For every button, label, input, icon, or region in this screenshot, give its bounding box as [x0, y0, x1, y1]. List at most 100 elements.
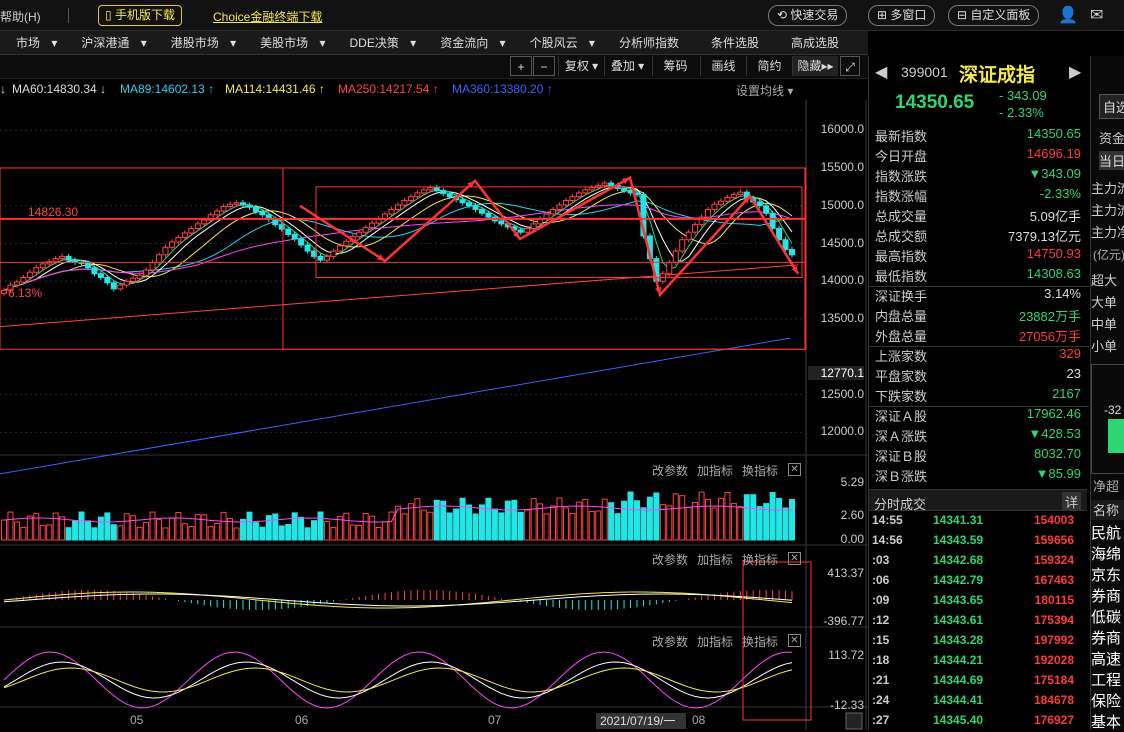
candle [679, 239, 686, 252]
switch-indicator-button[interactable]: 换指标 [742, 551, 778, 568]
volume-bar [156, 519, 163, 541]
mail-icon[interactable]: ✉ [1090, 5, 1103, 25]
tick-volume: 175394 [1033, 613, 1074, 627]
menu-item-8[interactable]: 条件选股 [695, 31, 775, 54]
menu-item-7[interactable]: 分析师指数 [603, 31, 695, 54]
quick-trade-button[interactable]: ⟲ 快速交易 [768, 5, 848, 26]
volume-bar [511, 499, 518, 541]
switch-indicator-button[interactable]: 换指标 [742, 633, 778, 650]
volume-bar [130, 515, 137, 541]
tick-price: 14343.61 [933, 613, 984, 627]
change-params-button[interactable]: 改参数 [652, 551, 688, 568]
price-tick-label: 14000.0 [820, 273, 864, 288]
detail-button[interactable]: 详 [1062, 492, 1082, 511]
volume-bar [724, 491, 731, 541]
mobile-download-button[interactable]: ▯ 手机版下载 [98, 5, 182, 26]
volume-bar [317, 511, 324, 541]
sector-item[interactable]: 工程 [1091, 669, 1121, 690]
volume-bar [362, 512, 369, 541]
volume-bar [181, 523, 188, 541]
zoom-out-button[interactable]: − [533, 56, 555, 76]
candle [227, 203, 234, 207]
unit-label: (亿元) [1093, 248, 1124, 262]
volume-bar [595, 510, 602, 541]
today-tab[interactable]: 当日 [1099, 151, 1124, 170]
add-indicator-button[interactable]: 加指标 [697, 462, 733, 479]
candle [143, 269, 150, 276]
change-params-button[interactable]: 改参数 [652, 633, 688, 650]
zoom-in-button[interactable]: + [510, 56, 532, 76]
candle [575, 192, 582, 198]
brief-button[interactable]: 简约 [746, 56, 792, 76]
kline-chart[interactable]: 14826.30 6.13% 05 06 07 08 2021/07/19/一 [0, 100, 868, 730]
close-indicator-icon[interactable]: ✕ [788, 552, 801, 565]
menu-item-0[interactable]: 市场 ▾ [0, 31, 65, 54]
tick-volume: 175184 [1033, 673, 1074, 687]
fullscreen-icon[interactable]: ⤢ [840, 56, 860, 76]
help-menu[interactable]: 帮助(H) [0, 8, 41, 25]
sector-item[interactable]: 低碳 [1091, 606, 1121, 627]
indicator-axis-label: 5.29 [840, 475, 864, 489]
sector-item[interactable]: 基本 [1091, 711, 1121, 730]
change-params-button[interactable]: 改参数 [652, 462, 688, 479]
volume-bar [291, 512, 298, 541]
switch-indicator-button[interactable]: 换指标 [742, 462, 778, 479]
sector-item[interactable]: 券商 [1091, 627, 1121, 648]
menu-item-1[interactable]: 沪深港通 ▾ [65, 31, 154, 54]
candle [420, 189, 427, 194]
current-price: 14350.65 [895, 92, 975, 113]
stat-value: 17962.46 [1026, 406, 1081, 421]
tick-row: :18 14344.21 192028 [870, 653, 1078, 672]
add-indicator-button[interactable]: 加指标 [697, 633, 733, 650]
menu-item-4[interactable]: DDE决策 ▾ [334, 31, 425, 54]
volume-bar [491, 508, 498, 541]
candle [117, 284, 124, 290]
candle [530, 223, 537, 229]
menu-item-5[interactable]: 资金流向 ▾ [424, 31, 513, 54]
drawline-button[interactable]: 画线 [700, 56, 746, 76]
ma60-label: MA60:14830.34 ↓ [12, 82, 107, 96]
multi-window-button[interactable]: ⊞ 多窗口 [868, 5, 936, 26]
sector-item[interactable]: 高速 [1091, 648, 1121, 669]
hide-button[interactable]: 隐藏▸▸ [792, 56, 838, 76]
add-watchlist-button[interactable]: 自选 [1099, 94, 1124, 119]
volume-bar [504, 500, 511, 541]
sector-item[interactable]: 券商 [1091, 585, 1121, 606]
tick-row: 14:55 14341.31 154003 [870, 513, 1078, 532]
next-stock-icon[interactable]: ▶ [1069, 62, 1081, 82]
custom-panel-button[interactable]: ⊟ 自定义面板 [948, 5, 1040, 26]
funds-tab[interactable]: 资金 [1099, 128, 1124, 147]
stat-label: 今日开盘 [875, 149, 928, 164]
sector-item[interactable]: 海绵 [1091, 543, 1121, 564]
volume-bar [672, 493, 679, 541]
stat-value: 8032.70 [1034, 446, 1081, 461]
user-icon[interactable]: 👤 [1058, 5, 1078, 25]
menu-item-3[interactable]: 美股市场 ▾ [244, 31, 333, 54]
restore-dropdown[interactable]: 复权 ▾ [558, 56, 604, 76]
close-indicator-icon[interactable]: ✕ [788, 634, 801, 647]
sector-item[interactable]: 民航 [1091, 522, 1121, 543]
overlay-dropdown[interactable]: 叠加 ▾ [604, 56, 650, 76]
kdj-j-line [3, 651, 793, 709]
candle [298, 238, 305, 246]
close-indicator-icon[interactable]: ✕ [788, 463, 801, 476]
candle [110, 282, 117, 290]
tick-row: :21 14344.69 175184 [870, 673, 1078, 692]
price-tick-label: 13500.0 [820, 311, 864, 326]
menu-item-9[interactable]: 高成选股 [775, 31, 855, 54]
sector-item[interactable]: 京东 [1091, 564, 1121, 585]
volume-bar [653, 492, 660, 541]
set-ma-button[interactable]: 设置均线 ▾ [736, 82, 793, 99]
add-indicator-button[interactable]: 加指标 [697, 551, 733, 568]
choice-download-link[interactable]: Choice金融终端下载 [213, 8, 322, 25]
menu-item-6[interactable]: 个股风云 ▾ [514, 31, 603, 54]
tick-time: :18 [872, 653, 890, 667]
chips-button[interactable]: 筹码 [652, 56, 698, 76]
sector-item[interactable]: 保险 [1091, 690, 1121, 711]
volume-bar [278, 525, 285, 541]
menu-item-10[interactable]: 超级选股 [855, 31, 868, 54]
candle [401, 199, 408, 206]
prev-stock-icon[interactable]: ◀ [875, 62, 887, 82]
menu-item-2[interactable]: 港股市场 ▾ [155, 31, 244, 54]
tick-price: 14345.40 [933, 713, 984, 727]
